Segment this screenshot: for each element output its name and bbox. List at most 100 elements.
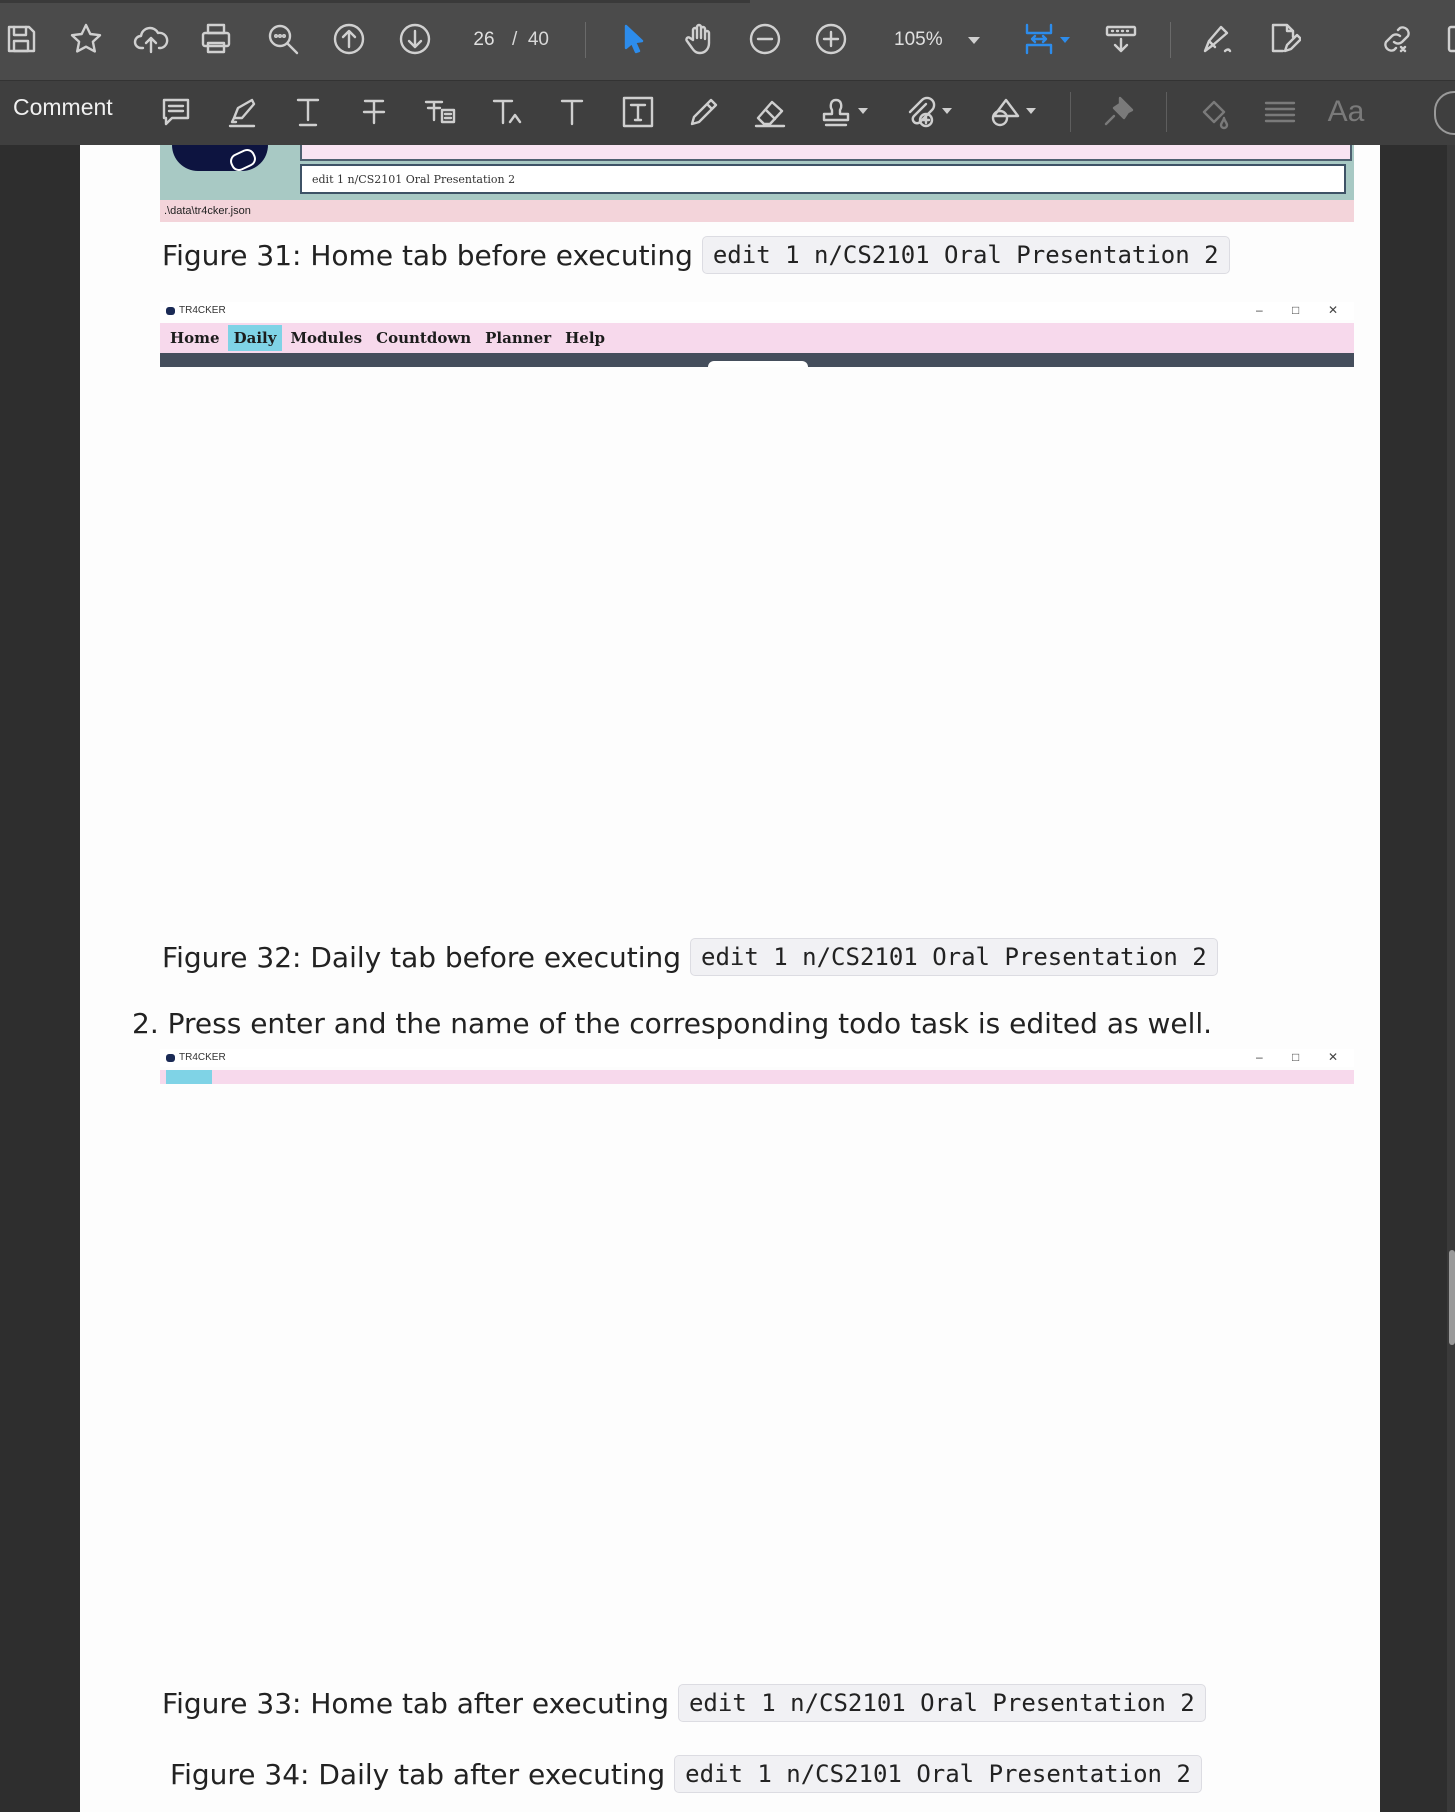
fill-icon[interactable]	[1190, 88, 1238, 136]
figure-33-caption: Figure 33: Home tab after executing edit…	[162, 1684, 1206, 1722]
page-down-icon[interactable]	[394, 18, 436, 60]
eraser-icon[interactable]	[746, 88, 794, 136]
caption-code: edit 1 n/CS2101 Oral Presentation 2	[690, 938, 1218, 976]
hand-icon[interactable]	[678, 18, 720, 60]
figure-31-caption: Figure 31: Home tab before executing edi…	[162, 236, 1230, 274]
select-pointer-icon[interactable]	[612, 18, 654, 60]
edit-pdf-icon[interactable]	[1262, 18, 1304, 60]
command-box[interactable]: edit 1 n/CS2101 Oral Presentation 2	[300, 164, 1346, 194]
caption-code: edit 1 n/CS2101 Oral Presentation 2	[677, 1684, 1206, 1722]
menu-countdown[interactable]: Countdown	[370, 325, 477, 351]
menu-home[interactable]: Home	[164, 325, 226, 351]
app-titlebar: TR4CKER – □ ✕	[160, 1049, 1354, 1067]
page-separator: /	[512, 29, 518, 50]
cloud-upload-icon[interactable]	[130, 18, 172, 60]
chevron-down-icon[interactable]	[1026, 108, 1036, 114]
maximize-icon[interactable]: □	[1292, 303, 1299, 317]
page-total: 40	[527, 29, 549, 50]
menu-help[interactable]: Help	[559, 325, 611, 351]
app-header-band	[160, 353, 1354, 367]
status-bar: .\data\tr4cker.json	[160, 200, 1354, 222]
insert-text-icon[interactable]	[482, 88, 530, 136]
close-icon[interactable]: ✕	[1328, 303, 1338, 317]
minimize-icon[interactable]: –	[1256, 303, 1263, 317]
menu-daily[interactable]: Daily	[227, 325, 283, 351]
menu-modules[interactable]: Modules	[284, 325, 368, 351]
sticky-note-icon[interactable]	[152, 88, 200, 136]
comment-label: Comment	[13, 94, 113, 120]
app-logo-icon	[166, 306, 175, 315]
caption-text: Figure 31: Home tab before executing	[162, 238, 693, 272]
minimize-icon[interactable]: –	[1256, 1050, 1263, 1064]
menu-planner[interactable]: Planner	[479, 325, 557, 351]
search-icon[interactable]	[262, 18, 304, 60]
caption-code: edit 1 n/CS2101 Oral Presentation 2	[674, 1755, 1202, 1793]
result-display	[300, 145, 1352, 161]
chevron-down-icon	[968, 37, 980, 44]
lines-icon[interactable]	[1256, 88, 1304, 136]
replace-text-icon[interactable]	[416, 88, 464, 136]
caption-text: Figure 32: Daily tab before executing	[162, 940, 682, 974]
app-menu-bar-partial	[160, 1070, 1354, 1084]
maximize-icon[interactable]: □	[1292, 1050, 1299, 1064]
attach-icon[interactable]	[896, 88, 944, 136]
app-title: TR4CKER	[166, 1052, 226, 1063]
app-title-text: TR4CKER	[179, 305, 226, 316]
avatar-image	[172, 145, 268, 174]
status-path: .\data\tr4cker.json	[164, 205, 251, 217]
caption-text: Figure 34: Daily tab after executing	[170, 1757, 666, 1791]
stamp-icon[interactable]	[812, 88, 860, 136]
pin-icon[interactable]	[1094, 88, 1142, 136]
figure-31-image: edit 1 n/CS2101 Oral Presentation 2	[160, 145, 1354, 200]
page-up-icon[interactable]	[328, 18, 370, 60]
chevron-down-icon[interactable]	[1060, 37, 1070, 43]
vertical-scrollbar[interactable]	[1447, 145, 1455, 1812]
app-titlebar: TR4CKER – □ ✕	[160, 302, 1354, 320]
scroll-mode-icon[interactable]	[1100, 18, 1142, 60]
zoom-in-icon[interactable]	[810, 18, 852, 60]
caption-text: Figure 33: Home tab after executing	[162, 1686, 669, 1720]
pencil-icon[interactable]	[680, 88, 728, 136]
command-input-text: edit 1 n/CS2101 Oral Presentation 2	[312, 172, 516, 186]
star-icon[interactable]	[65, 18, 107, 60]
print-icon[interactable]	[195, 18, 237, 60]
link-icon[interactable]	[1376, 18, 1418, 60]
zoom-out-icon[interactable]	[744, 18, 786, 60]
save-icon[interactable]	[0, 18, 42, 60]
highlight-icon[interactable]	[218, 88, 266, 136]
sign-icon[interactable]	[1196, 18, 1238, 60]
chevron-down-icon[interactable]	[942, 108, 952, 114]
document-viewer[interactable]	[0, 145, 1455, 1812]
underline-icon[interactable]	[284, 88, 332, 136]
page-current: 26	[473, 29, 495, 50]
text-box-icon[interactable]	[614, 88, 662, 136]
app-menu-bar: Home Daily Modules Countdown Planner Hel…	[160, 323, 1354, 353]
chevron-down-icon[interactable]	[858, 108, 868, 114]
add-text-icon[interactable]	[548, 88, 596, 136]
scrollbar-thumb[interactable]	[1449, 1250, 1455, 1345]
tab-strip-line	[0, 0, 750, 3]
page-number-input[interactable]: 26	[460, 22, 508, 58]
toolbar-divider	[1170, 22, 1171, 58]
figure-32-caption: Figure 32: Daily tab before executing ed…	[162, 938, 1218, 976]
caption-code: edit 1 n/CS2101 Oral Presentation 2	[701, 236, 1230, 274]
toolbar-divider	[585, 22, 586, 58]
font-icon[interactable]: Aa	[1322, 88, 1370, 136]
app-title: TR4CKER	[166, 305, 226, 316]
pdf-page	[80, 145, 1380, 1812]
figure-34-caption: Figure 34: Daily tab after executing edi…	[170, 1755, 1202, 1793]
menu-home-selected[interactable]	[166, 1070, 212, 1084]
strikethrough-icon[interactable]	[350, 88, 398, 136]
toolbar-divider	[1070, 92, 1071, 132]
more-tools-icon[interactable]	[1440, 18, 1455, 60]
app-logo-icon	[166, 1053, 175, 1062]
page-total-label: / 40	[512, 22, 549, 58]
list-item: 2. Press enter and the name of the corre…	[132, 1007, 1213, 1040]
fit-page-icon[interactable]	[1018, 18, 1060, 60]
zoom-select[interactable]: 105%	[880, 22, 990, 58]
font-glyph: Aa	[1327, 95, 1365, 128]
close-icon[interactable]: ✕	[1328, 1050, 1338, 1064]
app-title-text: TR4CKER	[179, 1052, 226, 1063]
shapes-icon[interactable]	[980, 88, 1028, 136]
toolbar-divider	[1166, 92, 1167, 132]
